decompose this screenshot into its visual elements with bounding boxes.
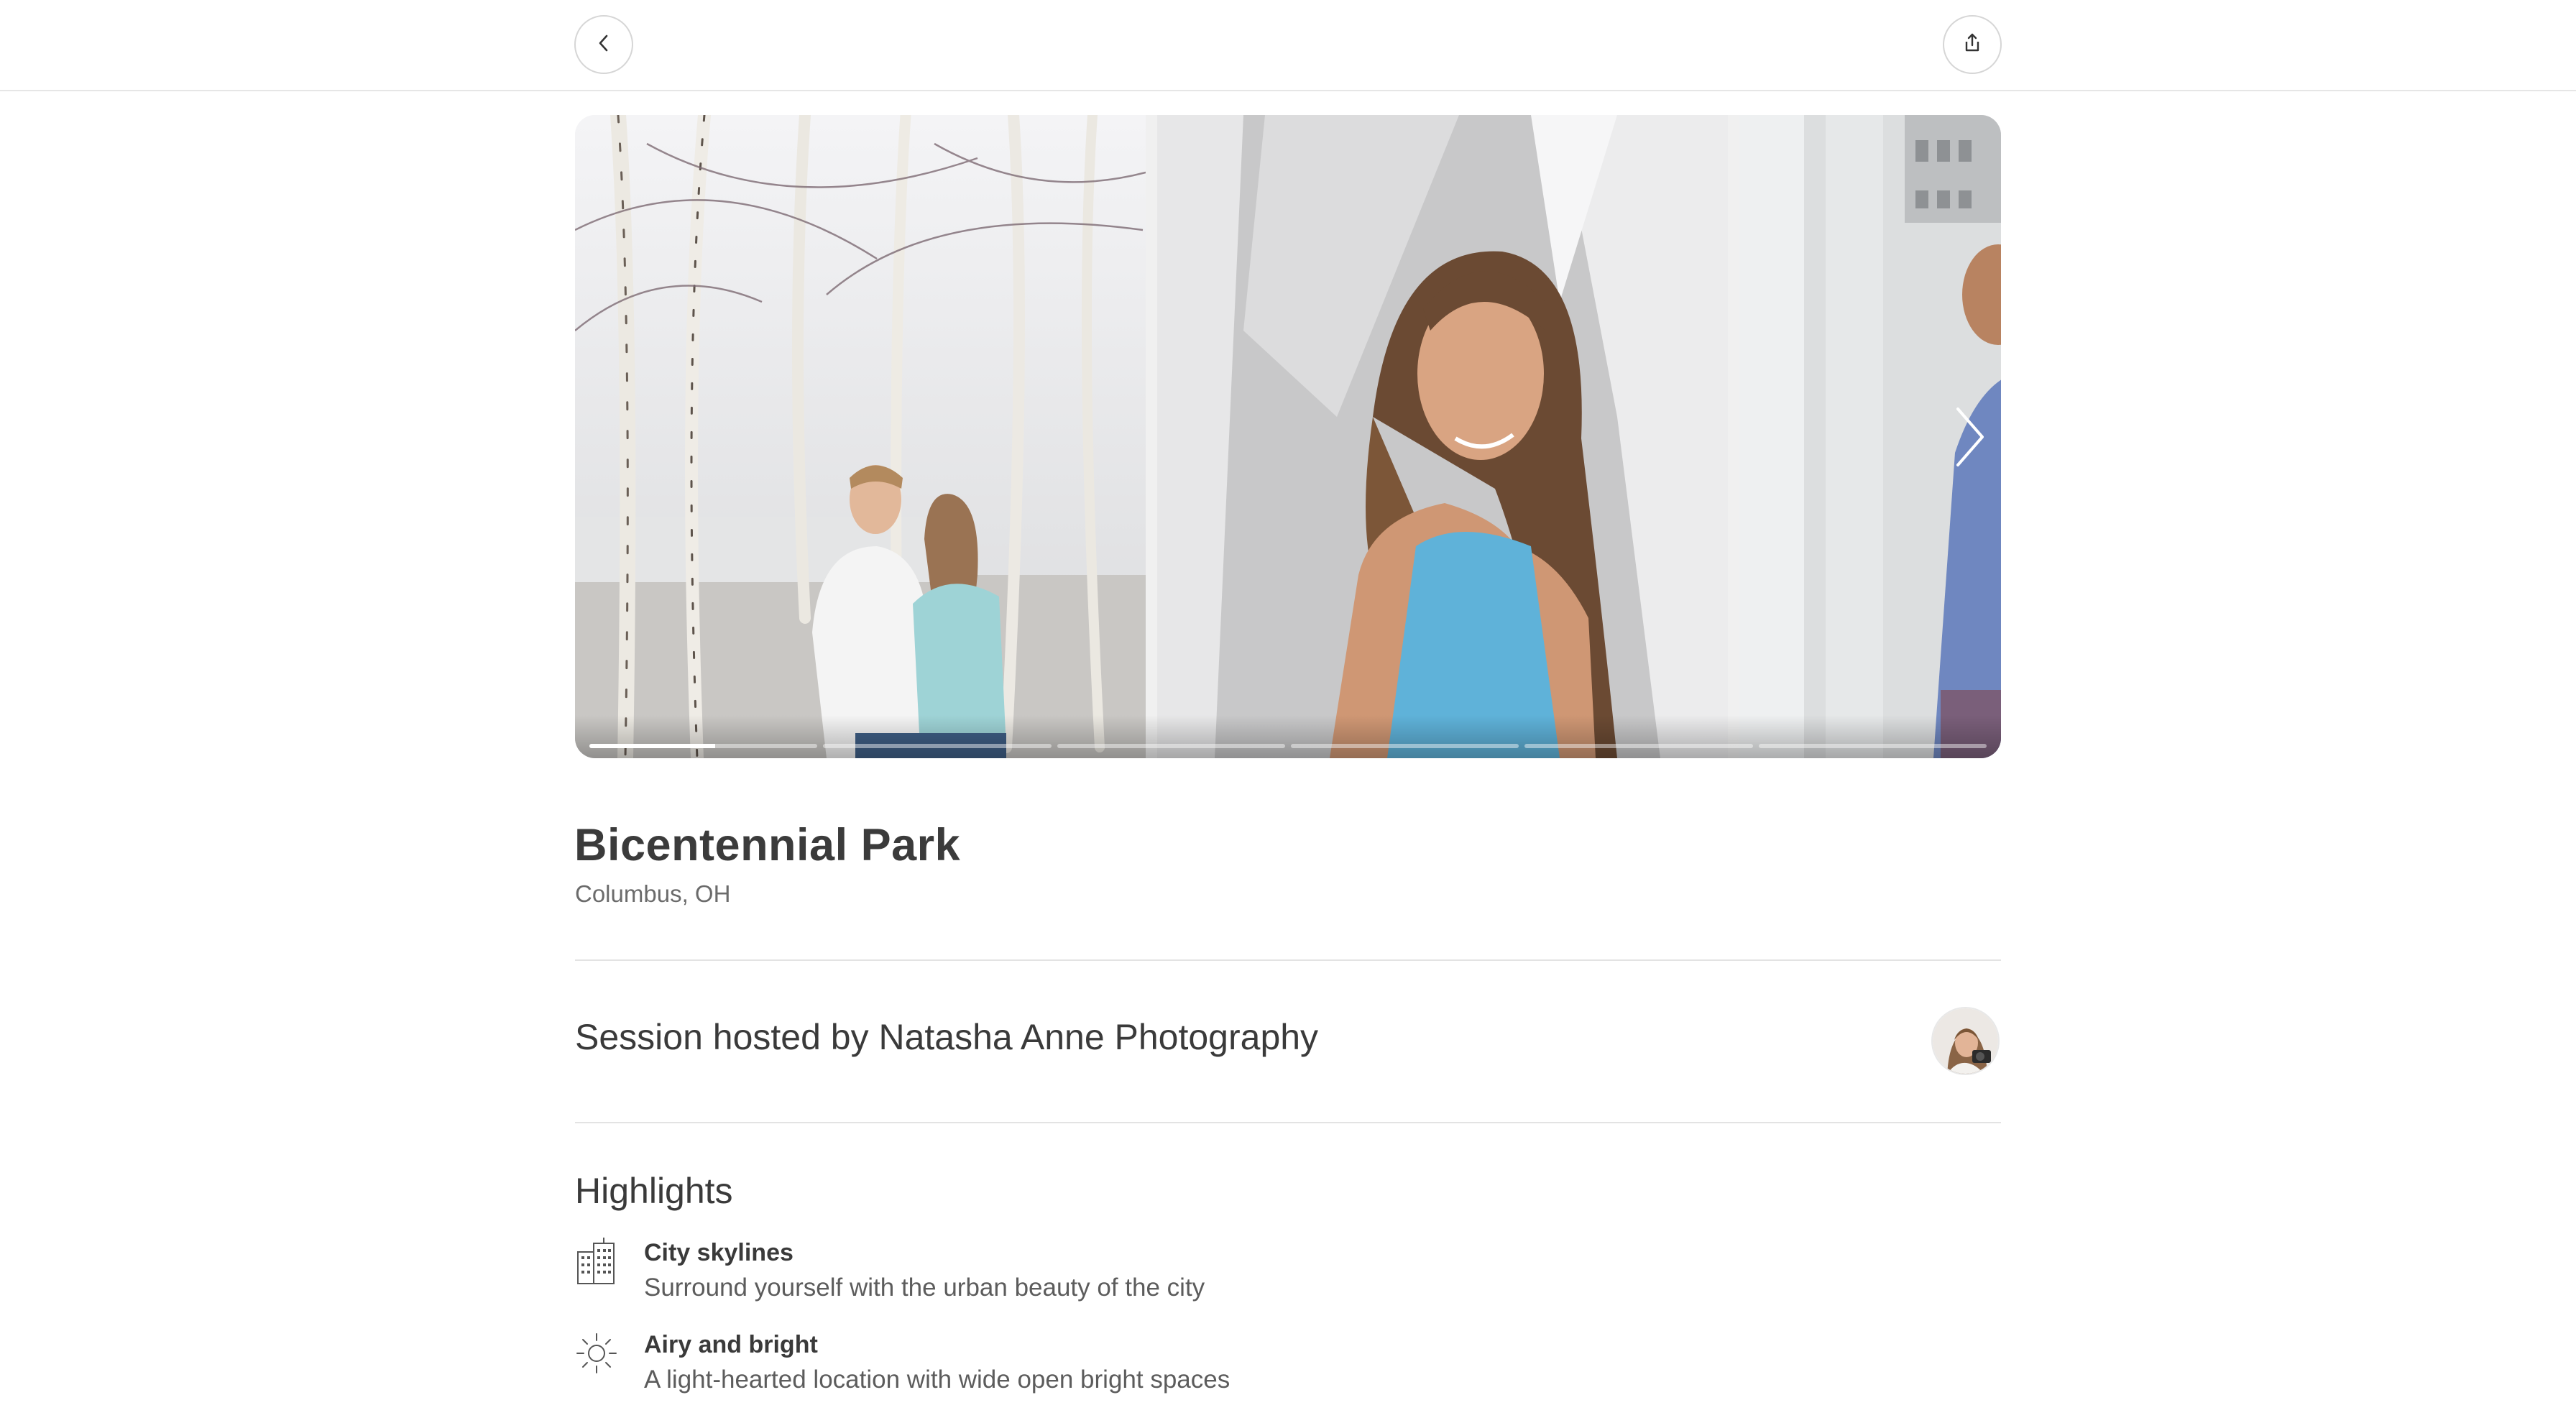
progress-segment bbox=[1524, 744, 1753, 748]
sun-icon bbox=[575, 1328, 618, 1378]
gallery-photo-couple[interactable] bbox=[575, 115, 1146, 758]
divider bbox=[575, 959, 2001, 961]
highlight-description: A light-hearted location with wide open … bbox=[644, 1366, 1230, 1394]
progress-segment bbox=[823, 744, 1052, 748]
city-building-icon bbox=[575, 1236, 618, 1286]
location-title: Bicentennial Park bbox=[574, 820, 961, 870]
highlight-item: City skylines Surround yourself with the… bbox=[575, 1236, 2001, 1315]
share-icon bbox=[1960, 31, 1984, 59]
photo-gallery[interactable] bbox=[575, 115, 2001, 758]
gallery-next-button[interactable] bbox=[1941, 399, 1998, 478]
gallery-shade bbox=[575, 715, 2001, 758]
gallery-photo-woman[interactable] bbox=[1157, 115, 1728, 758]
back-button[interactable] bbox=[574, 15, 633, 74]
progress-segment bbox=[1057, 744, 1285, 748]
chevron-left-icon bbox=[593, 32, 615, 57]
host-text: Session hosted by Natasha Anne Photograp… bbox=[575, 1017, 1319, 1057]
highlight-item: Airy and bright A light-hearted location… bbox=[575, 1328, 2001, 1407]
share-button[interactable] bbox=[1943, 15, 2002, 74]
progress-segment bbox=[1290, 744, 1519, 748]
highlight-title: City skylines bbox=[644, 1239, 794, 1266]
highlight-title: Airy and bright bbox=[644, 1331, 818, 1358]
progress-segment bbox=[1758, 744, 1987, 748]
top-bar bbox=[0, 0, 2576, 91]
progress-segment bbox=[589, 744, 818, 748]
location-city: Columbus, OH bbox=[575, 880, 731, 907]
gallery-progress bbox=[589, 744, 1987, 748]
highlight-description: Surround yourself with the urban beauty … bbox=[644, 1274, 1205, 1302]
host-avatar[interactable] bbox=[1931, 1007, 2000, 1075]
divider bbox=[575, 1122, 2001, 1123]
chevron-right-icon bbox=[1948, 405, 1991, 473]
highlights-title: Highlights bbox=[575, 1171, 733, 1211]
